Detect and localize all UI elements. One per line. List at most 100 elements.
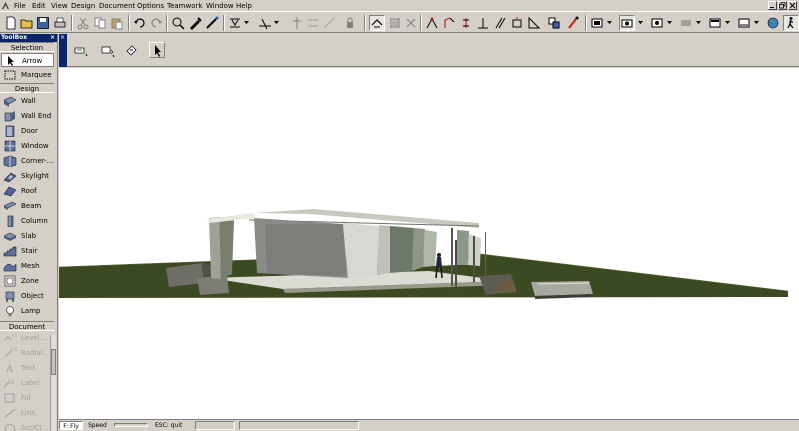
menu-help[interactable]: Help [235,1,253,11]
zone-icon [3,275,17,287]
menu-design[interactable]: Design [70,1,96,11]
toolbox-title[interactable]: ToolBox × [0,34,57,42]
tool-level-dimension[interactable]: +3 Level ... [1,331,54,345]
render-icon[interactable] [708,16,722,30]
layer-icon[interactable] [547,16,561,30]
tool-arrow-label: Arrow [22,57,43,65]
menu-file[interactable]: File [13,1,27,11]
tool-fill[interactable]: Fill [1,391,54,405]
tool-corner-window[interactable]: Corner-... [1,154,54,168]
walk-icon[interactable] [783,15,799,31]
dropdown-arrow-icon[interactable] [725,20,730,25]
minimize-button[interactable] [768,1,777,10]
copy-icon[interactable] [93,16,107,30]
section-icon[interactable] [737,16,751,30]
toolbox-scrollbar[interactable] [50,335,56,431]
tool-zone[interactable]: Zone [1,274,54,288]
tool-fill-label: Fill [21,394,31,402]
elevation-icon[interactable] [425,16,439,30]
roof-icon [3,185,17,197]
grid-icon[interactable] [388,16,402,30]
guide-icon[interactable] [510,16,524,30]
trim-icon[interactable] [258,16,272,30]
menu-teamwork[interactable]: Teamwork [166,1,203,11]
tool-mesh[interactable]: Mesh [1,259,54,273]
dropdown-arrow-icon[interactable] [607,20,612,25]
dropdown-arrow-icon[interactable] [244,20,249,25]
undo-icon[interactable] [133,16,147,30]
gravity-icon[interactable] [228,16,242,30]
pick-up-icon[interactable] [188,16,202,30]
rotate-icon[interactable] [322,16,336,30]
navigator-icon[interactable] [679,16,693,30]
inject-icon[interactable] [205,16,219,30]
menu-options[interactable]: Options [136,1,165,11]
camera-icon[interactable] [619,15,635,31]
trace-icon[interactable] [404,16,418,30]
speed-slider[interactable] [114,423,148,427]
tool-column[interactable]: Column [1,214,54,228]
menu-window[interactable]: Window [205,1,235,11]
pencil-icon[interactable] [566,16,580,30]
tool-label[interactable]: A1 Label [1,376,54,390]
tool-door[interactable]: Door [1,124,54,138]
cut-icon[interactable] [76,16,90,30]
close-icon[interactable]: × [50,34,55,42]
ruler-icon[interactable] [306,16,320,30]
paste-icon[interactable] [110,16,124,30]
tool-radial-dimension[interactable]: +12 Radial... [1,346,54,360]
tool-stair[interactable]: Stair [1,244,54,258]
dropdown-arrow-icon[interactable] [696,20,701,25]
new-icon[interactable] [4,16,18,30]
floor-plan-icon[interactable] [590,16,604,30]
window-icon[interactable] [650,16,664,30]
open-icon[interactable] [20,16,34,30]
print-icon[interactable] [53,16,67,30]
tool-text[interactable]: A Text [1,361,54,375]
dropdown-arrow-icon[interactable] [667,20,672,25]
rotated-selection-icon[interactable] [124,42,140,58]
dropdown-arrow-icon[interactable] [274,20,279,25]
perpendicular-icon[interactable] [476,16,490,30]
tool-slab[interactable]: Slab [1,229,54,243]
fly-mode-toggle[interactable]: F: Fly [59,421,83,430]
magic-wand-icon[interactable] [171,16,185,30]
redo-icon[interactable] [149,16,163,30]
tool-window[interactable]: Window [1,139,54,153]
tool-marquee[interactable]: Marquee [1,68,54,82]
tool-line[interactable]: Line [1,406,54,420]
close-icon[interactable]: × [60,34,65,41]
snap-icon[interactable] [369,15,385,31]
info-box-grip[interactable]: × [59,34,67,67]
globe-icon[interactable] [766,16,780,30]
dropdown-arrow-icon[interactable] [638,20,643,25]
save-icon[interactable] [36,16,50,30]
align-icon[interactable] [459,16,473,30]
menu-view[interactable]: View [50,1,69,11]
3d-window-viewport[interactable] [59,68,799,419]
restore-button[interactable] [778,1,787,10]
rectangle-selection-icon[interactable] [100,42,116,58]
tool-wall-end[interactable]: Wall End [1,109,54,123]
angle-icon[interactable] [527,16,541,30]
pointer-icon[interactable] [149,42,165,58]
selection-method-icon[interactable] [73,42,89,58]
tool-lamp[interactable]: Lamp [1,304,54,318]
split-icon[interactable] [290,16,304,30]
tool-object[interactable]: Object [1,289,54,303]
text-icon: A [3,362,17,374]
tool-arc[interactable]: Arc/Ci... [1,421,54,431]
arc-icon[interactable] [442,16,456,30]
close-button[interactable] [788,1,797,10]
tool-roof[interactable]: Roof [1,184,54,198]
scrollbar-thumb[interactable] [51,349,56,375]
menu-edit[interactable]: Edit [31,1,47,11]
parallel-icon[interactable] [493,16,507,30]
dropdown-arrow-icon[interactable] [754,20,759,25]
tool-arrow[interactable]: Arrow [1,53,54,67]
lock-icon[interactable] [343,16,357,30]
tool-beam[interactable]: Beam [1,199,54,213]
tool-skylight[interactable]: Skylight [1,169,54,183]
tool-wall[interactable]: Wall [1,94,54,108]
menu-document[interactable]: Document [98,1,136,11]
